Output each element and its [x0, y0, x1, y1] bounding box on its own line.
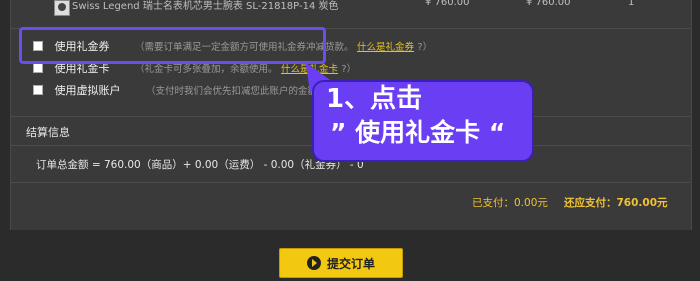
checkout-page: Swiss Legend 瑞士名表机芯男士腕表 SL-21818P-14 炭色 … [0, 0, 700, 281]
virtual-account-hint: （支付时我们会优先扣减您此账户的金额。 [146, 86, 327, 97]
product-name[interactable]: Swiss Legend 瑞士名表机芯男士腕表 SL-21818P-14 炭色 [72, 0, 338, 12]
product-row: Swiss Legend 瑞士名表机芯男士腕表 SL-21818P-14 炭色 … [10, 0, 690, 29]
product-thumbnail[interactable] [54, 0, 70, 16]
callout-action-text: ” 使用礼金卡 “ [330, 118, 506, 147]
gift-coupon-help-link[interactable]: 什么是礼金券 [357, 42, 414, 53]
submit-order-button[interactable]: 提交订单 [279, 248, 403, 278]
gift-card-hint-end: ?） [341, 64, 357, 75]
gift-card-highlight-box [19, 27, 326, 64]
option-virtual-account: 使用虚拟账户 （支付时我们会优先扣减您此账户的金额。 什么 [33, 82, 349, 98]
arrow-right-icon [306, 256, 321, 270]
gift-card-hint: （礼金卡可多张叠加，余额使用。 [135, 64, 278, 75]
gift-card-checkbox[interactable] [33, 63, 43, 73]
virtual-account-label[interactable]: 使用虚拟账户 [55, 84, 121, 97]
submit-order-label: 提交订单 [326, 256, 375, 271]
amount-paid: 已支付：0.00元 [472, 197, 548, 209]
product-price: ¥ 760.00 [425, 0, 470, 8]
settlement-title: 结算信息 [26, 126, 70, 139]
totals-row: 已支付：0.00元 还应支付：760.00元 [10, 182, 690, 215]
gift-coupon-hint-end: ?） [417, 42, 433, 53]
product-subtotal: ¥ 760.00 [526, 0, 571, 8]
virtual-account-checkbox[interactable] [33, 85, 43, 95]
order-total-summary: 订单总金额 = 760.00（商品）+ 0.00（运费） - 0.00（礼金券）… [36, 159, 364, 171]
callout-step-text: 1、点击 [326, 84, 423, 114]
amount-due: 还应支付：760.00元 [564, 197, 668, 209]
product-quantity: 1 [628, 0, 635, 8]
